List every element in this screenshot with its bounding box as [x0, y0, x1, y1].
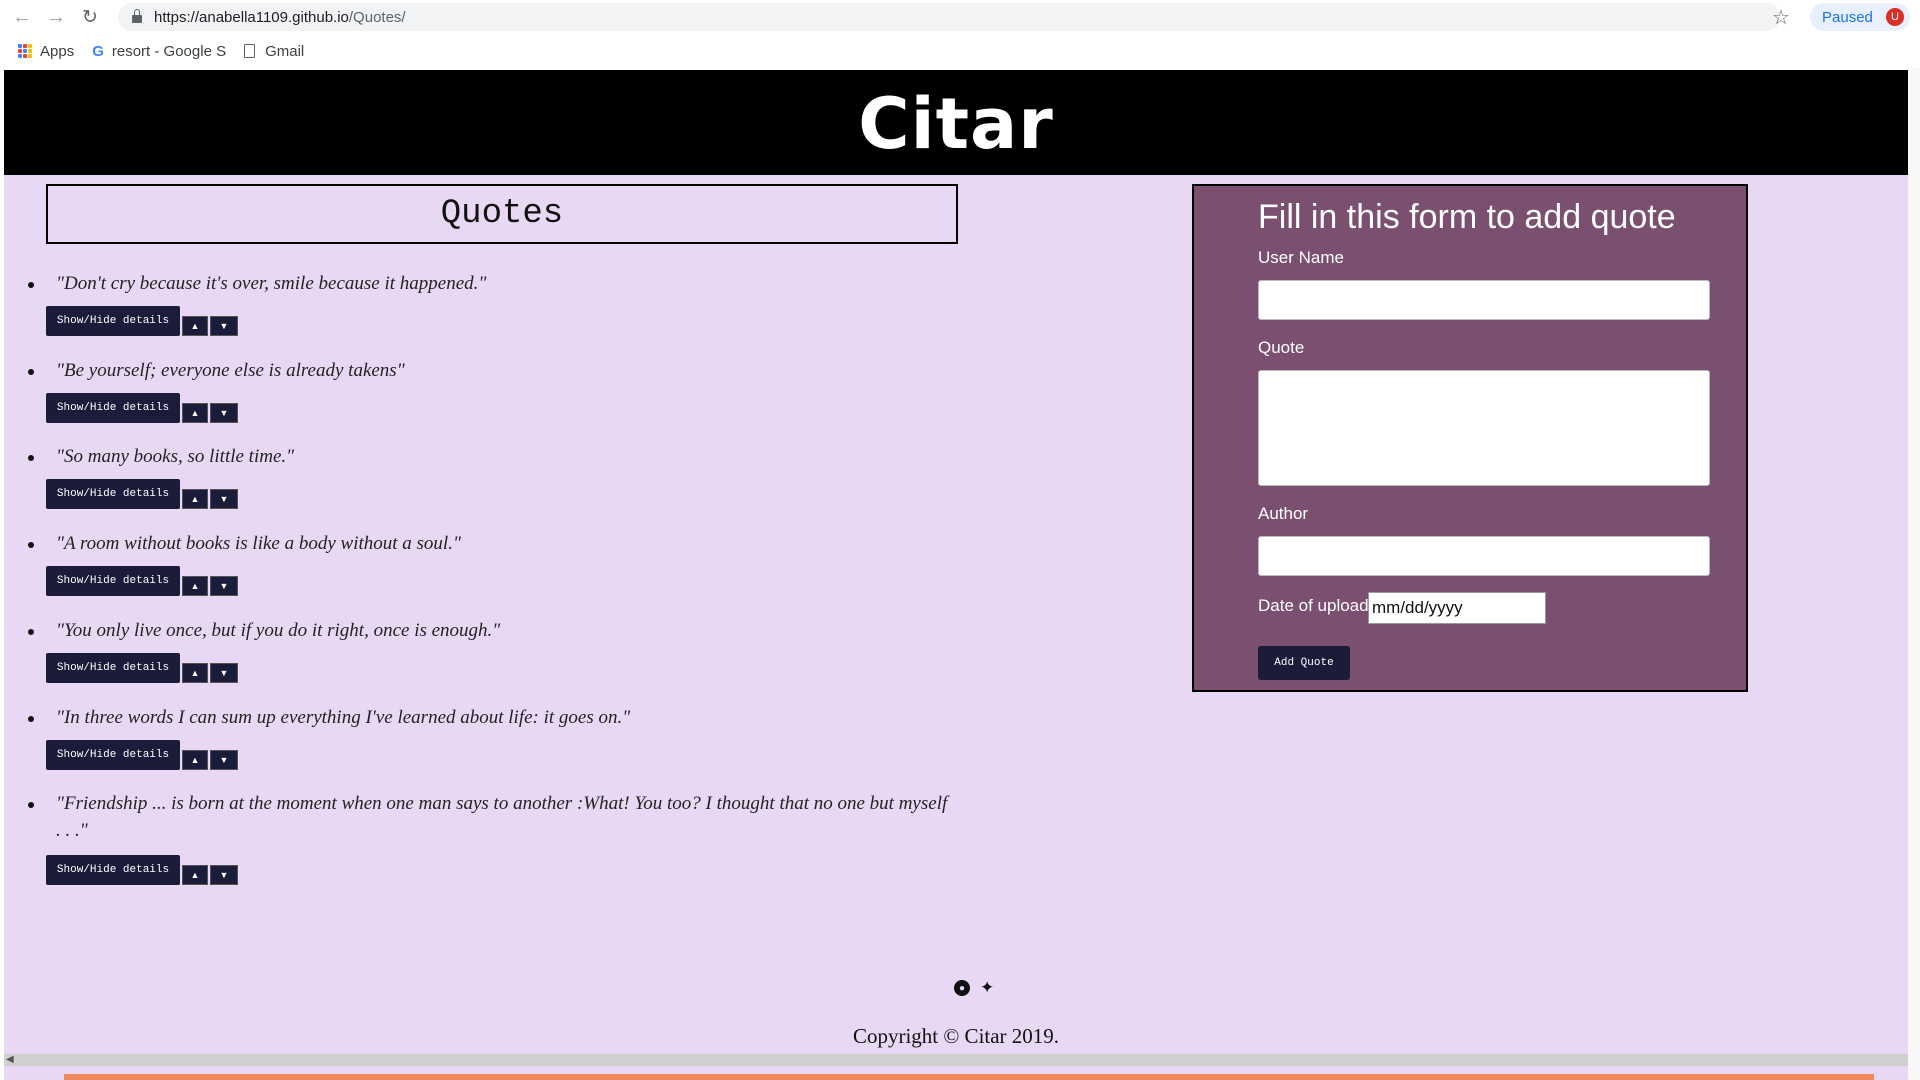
thumbs-up-icon[interactable]: ▲ [182, 403, 208, 423]
show-hide-details-button[interactable]: Show/Hide details [46, 306, 180, 336]
github-icon[interactable]: ● [954, 980, 970, 996]
bullet [28, 802, 34, 808]
vertical-scrollbar[interactable] [1908, 68, 1920, 1080]
back-arrow-icon[interactable]: ← [10, 5, 34, 29]
bookmark-label: resort - Google S [111, 42, 227, 60]
author-input[interactable] [1258, 536, 1710, 576]
quote-actions: Show/Hide details ▲ ▼ [46, 740, 238, 770]
quote-textarea[interactable] [1258, 370, 1710, 486]
thumbs-up-icon[interactable]: ▲ [182, 316, 208, 336]
bullet [28, 369, 34, 375]
quote-label: Quote [1258, 338, 1305, 357]
show-hide-details-button[interactable]: Show/Hide details [46, 566, 180, 596]
google-icon: G [92, 42, 104, 60]
paused-label: Paused [1822, 8, 1873, 26]
bookmarks-bar: Apps G resort - Google S Gmail [0, 34, 1920, 68]
show-hide-details-button[interactable]: Show/Hide details [46, 479, 180, 509]
thumbs-down-icon[interactable]: ▼ [210, 576, 238, 596]
thumbs-down-icon[interactable]: ▼ [210, 865, 238, 885]
bookmark-gmail[interactable]: Gmail [244, 43, 304, 60]
bullet [28, 455, 34, 461]
quote-actions: Show/Hide details ▲ ▼ [46, 855, 238, 885]
quote-text: "Be yourself; everyone else is already t… [56, 360, 405, 381]
show-hide-details-button[interactable]: Show/Hide details [46, 740, 180, 770]
twitter-icon[interactable]: ✦ [980, 979, 994, 996]
thumbs-up-icon[interactable]: ▲ [182, 663, 208, 683]
quote-text: "A room without books is like a body wit… [56, 533, 461, 554]
bullet [28, 716, 34, 722]
bookmark-resort[interactable]: G resort - Google S [92, 43, 226, 60]
date-of-upload-label: Date of upload [1258, 596, 1369, 615]
user-name-label: User Name [1258, 248, 1344, 267]
thumbs-down-icon[interactable]: ▼ [210, 489, 238, 509]
bookmark-star-icon[interactable]: ☆ [1772, 5, 1790, 30]
copyright-text: Copyright © Citar 2019. [852, 1024, 1060, 1048]
browser-toolbar: ← → ↻ https://anabella1109.github.io/Quo… [0, 0, 1920, 34]
add-quote-button[interactable]: Add Quote [1258, 646, 1350, 680]
profile-paused-button[interactable]: Paused U [1810, 3, 1910, 31]
thumbs-down-icon[interactable]: ▼ [210, 403, 238, 423]
quote-text: "In three words I can sum up everything … [56, 707, 631, 728]
lock-icon [132, 9, 142, 23]
bookmark-label: Apps [40, 42, 75, 60]
page-icon [244, 44, 256, 58]
show-hide-details-button[interactable]: Show/Hide details [46, 855, 180, 885]
url-text: https://anabella1109.github.io/Quotes/ [154, 9, 406, 26]
quote-text: "You only live once, but if you do it ri… [56, 620, 501, 641]
horizontal-scrollbar[interactable]: ◀ [4, 1054, 1908, 1066]
profile-avatar: U [1886, 8, 1904, 26]
forward-arrow-icon[interactable]: → [44, 5, 68, 29]
thumbs-up-icon[interactable]: ▲ [182, 865, 208, 885]
thumbs-down-icon[interactable]: ▼ [210, 316, 238, 336]
thumbs-down-icon[interactable]: ▼ [210, 750, 238, 770]
thumbs-up-icon[interactable]: ▲ [182, 489, 208, 509]
quote-actions: Show/Hide details ▲ ▼ [46, 393, 238, 423]
author-label: Author [1258, 504, 1309, 523]
quote-text: "Don't cry because it's over, smile beca… [56, 273, 487, 294]
url-domain: https://anabella1109.github.io [154, 8, 349, 26]
thumbs-up-icon[interactable]: ▲ [182, 576, 208, 596]
quotes-heading: Quotes [46, 184, 958, 244]
thumbs-down-icon[interactable]: ▼ [210, 663, 238, 683]
bookmark-label: Gmail [265, 42, 305, 60]
site-header: Citar [4, 70, 1908, 175]
quote-text: "So many books, so little time." [56, 446, 295, 467]
bottom-accent-strip [64, 1074, 1874, 1080]
date-of-upload-input[interactable]: mm/dd/yyyy [1368, 592, 1546, 624]
url-path: /Quotes/ [348, 8, 406, 26]
quote-actions: Show/Hide details ▲ ▼ [46, 306, 238, 336]
thumbs-up-icon[interactable]: ▲ [182, 750, 208, 770]
quote-actions: Show/Hide details ▲ ▼ [46, 566, 238, 596]
add-quote-form: Fill in this form to add quote User Name… [1192, 184, 1748, 692]
web-page: Citar Quotes "Don't cry because it's ove… [4, 70, 1908, 1080]
show-hide-details-button[interactable]: Show/Hide details [46, 393, 180, 423]
show-hide-details-button[interactable]: Show/Hide details [46, 653, 180, 683]
form-title: Fill in this form to add quote [1258, 198, 1676, 236]
site-title: Citar [858, 82, 1054, 165]
apps-grid-icon [18, 44, 32, 58]
user-name-input[interactable] [1258, 280, 1710, 320]
bullet [28, 542, 34, 548]
bullet [28, 629, 34, 635]
address-bar[interactable]: https://anabella1109.github.io/Quotes/ [118, 3, 1780, 31]
quote-text: "Friendship ... is born at the moment wh… [56, 793, 948, 841]
bookmark-apps[interactable]: Apps [18, 43, 74, 60]
reload-icon[interactable]: ↻ [78, 5, 102, 29]
quote-actions: Show/Hide details ▲ ▼ [46, 479, 238, 509]
quote-actions: Show/Hide details ▲ ▼ [46, 653, 238, 683]
social-links: ● ✦ [954, 979, 994, 996]
scroll-left-icon[interactable]: ◀ [6, 1054, 14, 1066]
bullet [28, 282, 34, 288]
